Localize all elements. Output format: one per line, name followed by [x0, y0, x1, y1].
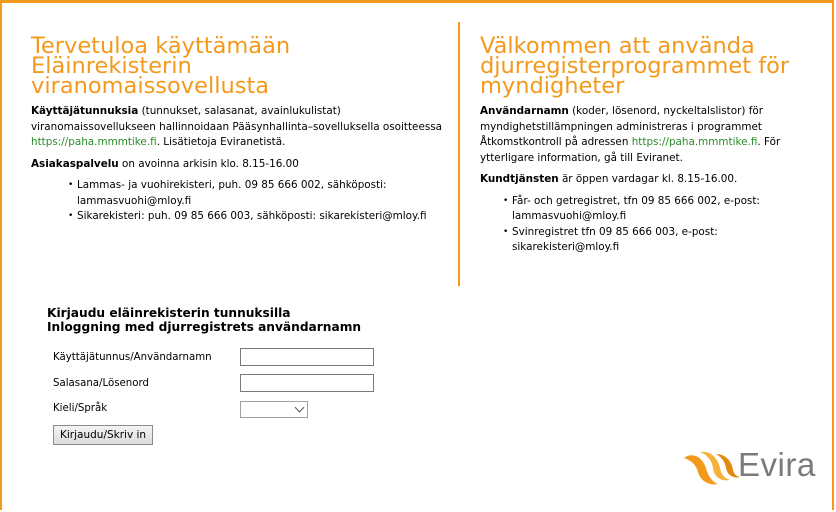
login-heading-sv: Inloggning med djurregistrets användarna…: [47, 320, 362, 334]
paha-link-sv[interactable]: https://paha.mmmtike.fi: [632, 136, 758, 148]
language-label: Kieli/Språk: [53, 403, 108, 414]
language-select[interactable]: [240, 401, 308, 418]
swedish-title: Välkommen att använda djurregisterprogra…: [480, 33, 790, 99]
column-divider: [458, 22, 460, 286]
list-item: Svinregistret tfn 09 85 666 003, e-post:…: [503, 225, 810, 256]
finnish-credentials-text: Käyttäjätunnuksia (tunnukset, salasanat,…: [31, 105, 443, 148]
finnish-info-column: Tervetuloa käyttämään Eläinrekisterin vi…: [31, 33, 443, 225]
username-label: Käyttäjätunnus/Användarnamn: [53, 352, 212, 363]
swedish-info-column: Välkommen att använda djurregisterprogra…: [480, 33, 810, 256]
evira-bird-logo-icon: [684, 451, 740, 485]
login-button[interactable]: Kirjaudu/Skriv in: [53, 425, 154, 445]
chevron-down-icon: [294, 402, 305, 413]
swedish-credentials-text: Användarnamn (koder, lösenord, nyckeltal…: [480, 105, 781, 164]
password-label: Salasana/Lösenord: [53, 378, 149, 389]
finnish-service-hours: Asiakaspalvelu on avoinna arkisin klo. 8…: [31, 157, 299, 170]
list-item: Lammas- ja vuohirekisteri, puh. 09 85 66…: [68, 178, 443, 209]
login-form: Kirjaudu eläinrekisterin tunnuksilla Inl…: [47, 306, 374, 445]
login-heading-fi: Kirjaudu eläinrekisterin tunnuksilla: [47, 306, 291, 320]
paha-link[interactable]: https://paha.mmmtike.fi: [31, 136, 157, 148]
swedish-contact-list: Får- och getregistret, tfn 09 85 666 002…: [480, 194, 810, 256]
list-item: Sikarekisteri: puh. 09 85 666 003, sähkö…: [68, 209, 443, 225]
evira-logo: Evira: [678, 446, 815, 494]
password-input[interactable]: [240, 374, 374, 392]
swedish-service-hours: Kundtjänsten är öppen vardagar kl. 8.15-…: [480, 173, 738, 185]
finnish-title: Tervetuloa käyttämään Eläinrekisterin vi…: [31, 33, 291, 99]
evira-wordmark: Evira: [738, 446, 816, 483]
list-item: Får- och getregistret, tfn 09 85 666 002…: [503, 194, 810, 225]
finnish-contact-list: Lammas- ja vuohirekisteri, puh. 09 85 66…: [31, 178, 443, 225]
username-input[interactable]: [240, 348, 374, 366]
